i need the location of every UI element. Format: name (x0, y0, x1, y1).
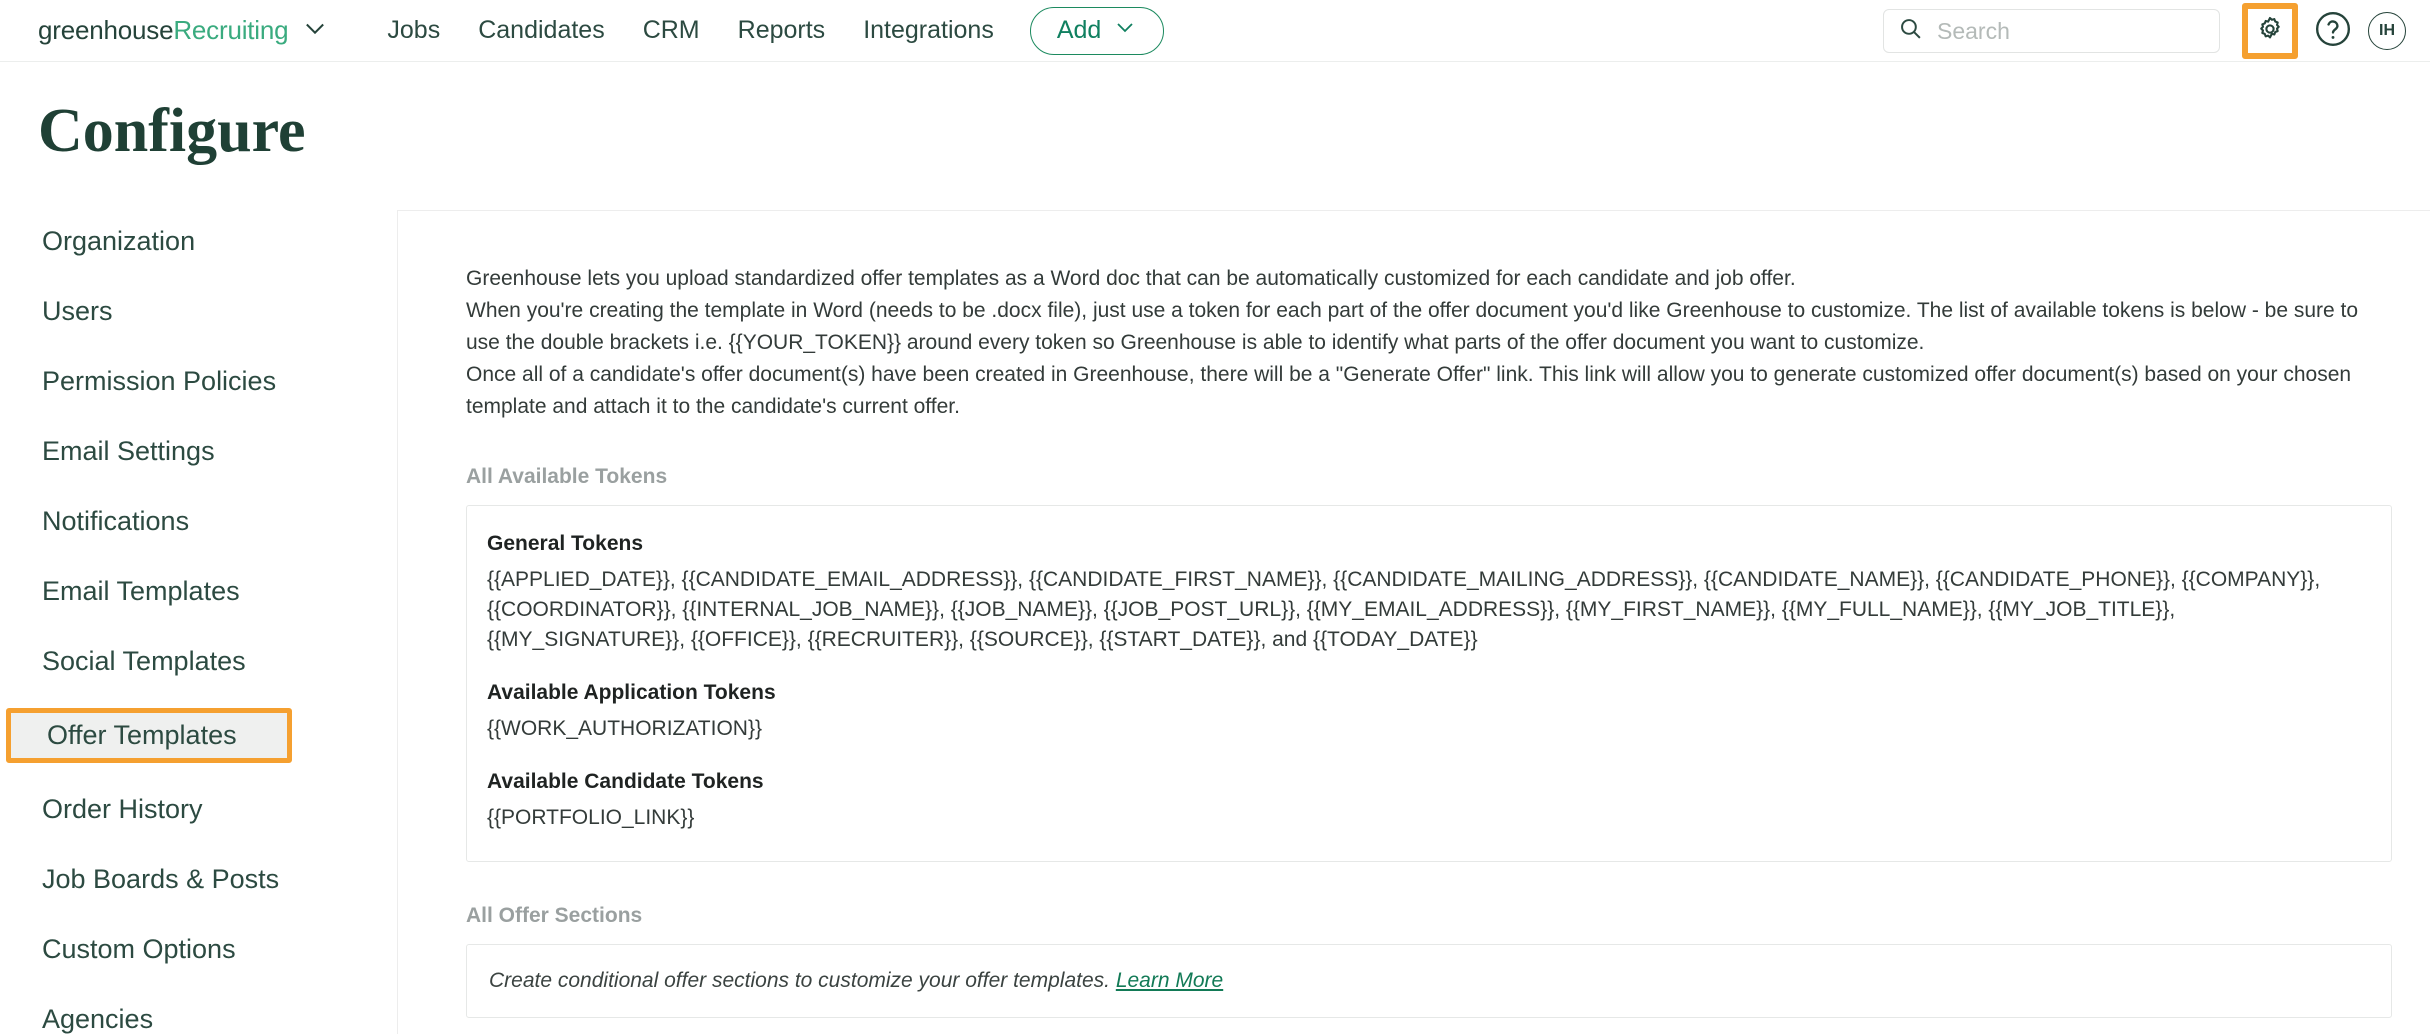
add-button-label: Add (1057, 16, 1101, 45)
nav-item-candidates[interactable]: Candidates (478, 16, 604, 45)
sidebar-item-job-boards-and-posts[interactable]: Job Boards & Posts (0, 856, 397, 903)
intro-text: Greenhouse lets you upload standardized … (466, 263, 2392, 423)
token-group-general: General Tokens {{APPLIED_DATE}}, {{CANDI… (487, 532, 2371, 655)
help-button[interactable] (2314, 10, 2352, 53)
brand-word-greenhouse: greenhouse (38, 15, 173, 45)
chevron-down-icon (1113, 15, 1137, 46)
brand-logo[interactable]: greenhouseRecruiting (38, 14, 329, 47)
intro-paragraph-1: Greenhouse lets you upload standardized … (466, 263, 2392, 295)
token-group-list: {{APPLIED_DATE}}, {{CANDIDATE_EMAIL_ADDR… (487, 565, 2371, 655)
sidebar-item-notifications[interactable]: Notifications (0, 498, 397, 545)
search-icon (1898, 16, 1923, 46)
help-circle-icon (2314, 10, 2352, 53)
all-offer-sections-label: All Offer Sections (466, 904, 2392, 928)
sidebar-item-custom-options[interactable]: Custom Options (0, 926, 397, 973)
token-group-application: Available Application Tokens {{WORK_AUTH… (487, 681, 2371, 744)
sidebar-item-agencies[interactable]: Agencies (0, 996, 397, 1034)
token-group-candidate: Available Candidate Tokens {{PORTFOLIO_L… (487, 770, 2371, 833)
nav-item-jobs[interactable]: Jobs (387, 16, 440, 45)
offer-sections-note-text: Create conditional offer sections to cus… (489, 969, 1110, 992)
primary-nav: Jobs Candidates CRM Reports Integrations (387, 16, 993, 45)
sidebar-item-organization[interactable]: Organization (0, 218, 397, 265)
sidebar-item-email-templates[interactable]: Email Templates (0, 568, 397, 615)
offer-sections-note: Create conditional offer sections to cus… (466, 944, 2392, 1018)
chevron-down-icon[interactable] (301, 14, 329, 47)
sidebar-item-social-templates[interactable]: Social Templates (0, 638, 397, 685)
top-navigation-bar: greenhouseRecruiting Jobs Candidates CRM… (0, 0, 2430, 62)
add-button[interactable]: Add (1030, 7, 1164, 55)
brand-word-recruiting: Recruiting (173, 15, 288, 45)
search-box[interactable] (1883, 9, 2220, 53)
user-avatar[interactable]: IH (2368, 12, 2406, 50)
configure-sidebar: Organization Users Permission Policies E… (0, 210, 397, 1034)
learn-more-link[interactable]: Learn More (1116, 969, 1223, 992)
all-available-tokens-label: All Available Tokens (466, 465, 2392, 489)
token-group-list: {{PORTFOLIO_LINK}} (487, 803, 2371, 833)
token-group-list: {{WORK_AUTHORIZATION}} (487, 714, 2371, 744)
settings-gear-button[interactable] (2242, 3, 2298, 59)
gear-icon (2256, 15, 2284, 48)
sidebar-item-offer-templates[interactable]: Offer Templates (6, 708, 292, 763)
search-input[interactable] (1937, 18, 2205, 45)
tokens-panel: General Tokens {{APPLIED_DATE}}, {{CANDI… (466, 505, 2392, 862)
avatar-initials: IH (2379, 22, 2395, 40)
main-content: Greenhouse lets you upload standardized … (397, 210, 2430, 1034)
sidebar-item-users[interactable]: Users (0, 288, 397, 335)
token-group-title: Available Application Tokens (487, 681, 2371, 705)
intro-paragraph-3: Once all of a candidate's offer document… (466, 359, 2392, 423)
intro-paragraph-2: When you're creating the template in Wor… (466, 295, 2392, 359)
brand-logo-text: greenhouseRecruiting (38, 15, 288, 46)
header-actions: IH (1883, 0, 2406, 62)
token-group-title: Available Candidate Tokens (487, 770, 2371, 794)
sidebar-item-permission-policies[interactable]: Permission Policies (0, 358, 397, 405)
nav-item-crm[interactable]: CRM (643, 16, 700, 45)
page-layout: Organization Users Permission Policies E… (0, 210, 2430, 1034)
nav-item-reports[interactable]: Reports (738, 16, 826, 45)
token-group-title: General Tokens (487, 532, 2371, 556)
sidebar-item-email-settings[interactable]: Email Settings (0, 428, 397, 475)
sidebar-item-order-history[interactable]: Order History (0, 786, 397, 833)
nav-item-integrations[interactable]: Integrations (863, 16, 994, 45)
page-title: Configure (38, 100, 2430, 162)
